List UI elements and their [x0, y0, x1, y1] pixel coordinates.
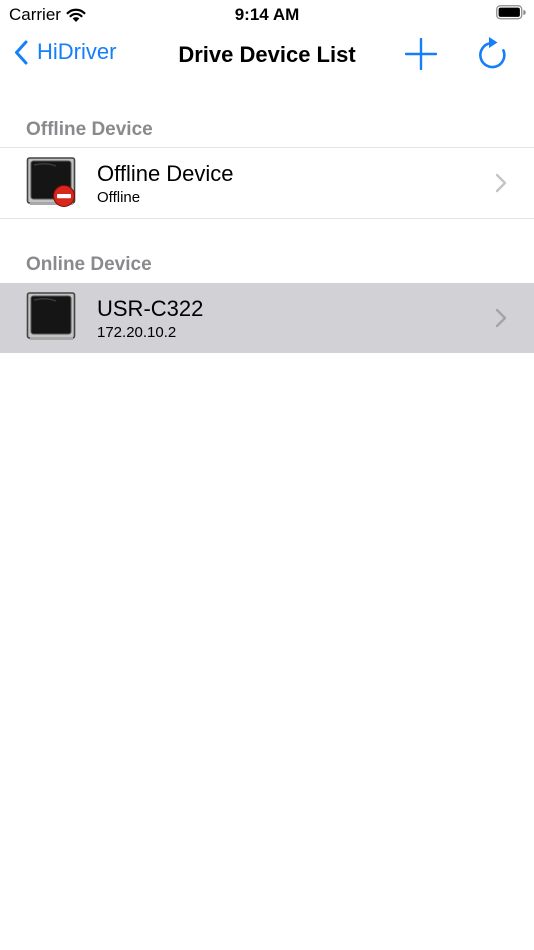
navigation-bar: HiDriver Drive Device List: [0, 28, 534, 82]
device-subtitle: Offline: [97, 189, 141, 206]
status-bar: Carrier 9:14 AM: [0, 0, 534, 28]
device-row-online[interactable]: USR-C322 172.20.10.2: [0, 283, 534, 353]
plus-icon: [405, 38, 437, 70]
device-row-offline[interactable]: Offline Device Offline: [0, 147, 534, 219]
section-header-offline: Offline Device: [26, 119, 153, 140]
no-entry-icon: [53, 185, 75, 207]
battery-icon: [496, 5, 526, 20]
status-time: 9:14 AM: [234, 5, 300, 24]
device-title: Offline Device: [97, 161, 234, 186]
monitor-device-icon: [26, 292, 76, 340]
device-title: USR-C322: [97, 296, 204, 321]
page-title: Drive Device List: [178, 42, 356, 67]
refresh-icon: [479, 37, 506, 69]
monitor-device-icon: [26, 157, 76, 207]
section-header-online: Online Device: [26, 254, 152, 275]
device-subtitle: 172.20.10.2: [97, 324, 177, 341]
battery-indicator: [496, 5, 526, 25]
add-device-button[interactable]: [401, 34, 441, 74]
chevron-right-icon: [495, 173, 507, 193]
refresh-button[interactable]: [472, 34, 512, 74]
chevron-right-icon: [495, 308, 507, 328]
